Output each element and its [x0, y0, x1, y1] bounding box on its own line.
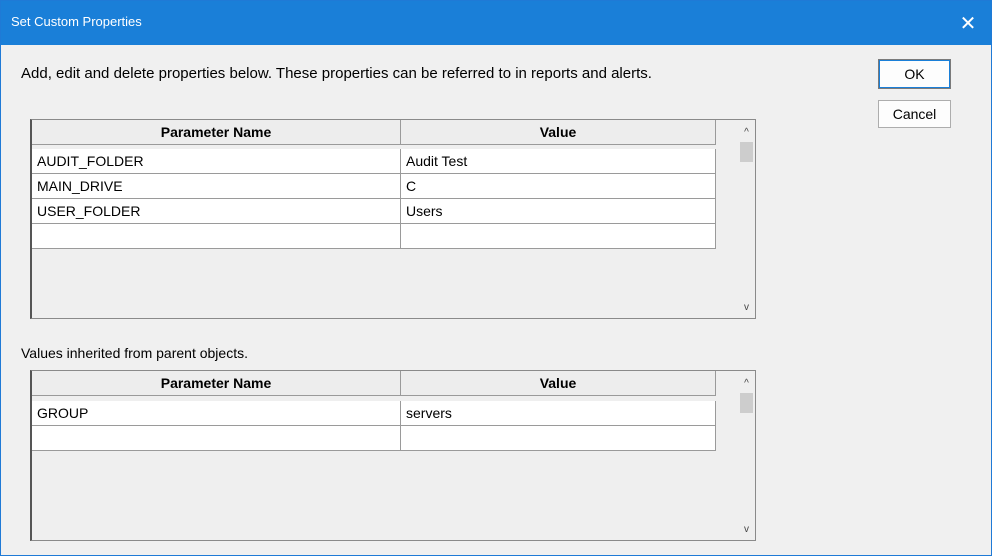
parameter-name-cell[interactable]: GROUP — [32, 401, 401, 426]
table-row-empty[interactable] — [32, 426, 716, 451]
parameter-name-cell[interactable]: AUDIT_FOLDER — [32, 149, 401, 174]
scroll-up-icon[interactable]: ^ — [738, 125, 755, 141]
grid-header-row: Parameter Name Value — [32, 120, 716, 145]
scroll-thumb[interactable] — [740, 142, 753, 162]
parameter-name-cell[interactable] — [32, 224, 401, 249]
scroll-up-icon[interactable]: ^ — [738, 376, 755, 392]
table-row-empty[interactable] — [32, 224, 716, 249]
column-header-value[interactable]: Value — [401, 371, 716, 396]
grid-header-row: Parameter Name Value — [32, 371, 716, 396]
scroll-down-icon[interactable]: v — [738, 522, 755, 538]
inherited-values-label: Values inherited from parent objects. — [21, 345, 248, 361]
column-header-value[interactable]: Value — [401, 120, 716, 145]
scroll-down-icon[interactable]: v — [738, 300, 755, 316]
ok-button[interactable]: OK — [878, 59, 951, 89]
custom-properties-grid: Parameter Name Value AUDIT_FOLDER Audit … — [30, 119, 756, 319]
value-cell[interactable]: Audit Test — [401, 149, 716, 174]
value-cell[interactable]: C — [401, 174, 716, 199]
table-row[interactable]: MAIN_DRIVE C — [32, 174, 716, 199]
value-cell[interactable]: Users — [401, 199, 716, 224]
cancel-button[interactable]: Cancel — [878, 100, 951, 128]
value-cell[interactable] — [401, 224, 716, 249]
close-icon[interactable]: ✕ — [945, 1, 991, 45]
column-header-parameter-name[interactable]: Parameter Name — [32, 120, 401, 145]
value-cell[interactable]: servers — [401, 401, 716, 426]
window-title: Set Custom Properties — [11, 14, 142, 29]
column-header-parameter-name[interactable]: Parameter Name — [32, 371, 401, 396]
parameter-name-cell[interactable]: USER_FOLDER — [32, 199, 401, 224]
value-cell[interactable] — [401, 426, 716, 451]
instructions-text: Add, edit and delete properties below. T… — [21, 65, 652, 82]
inherited-properties-grid: Parameter Name Value GROUP servers ^ v — [30, 370, 756, 541]
vertical-scrollbar[interactable]: ^ v — [738, 120, 755, 318]
table-row[interactable]: USER_FOLDER Users — [32, 199, 716, 224]
vertical-scrollbar[interactable]: ^ v — [738, 371, 755, 540]
table-row[interactable]: AUDIT_FOLDER Audit Test — [32, 149, 716, 174]
dialog-window: Set Custom Properties ✕ Add, edit and de… — [0, 0, 992, 556]
parameter-name-cell[interactable] — [32, 426, 401, 451]
title-bar[interactable]: Set Custom Properties ✕ — [1, 1, 991, 45]
table-row[interactable]: GROUP servers — [32, 401, 716, 426]
scroll-thumb[interactable] — [740, 393, 753, 413]
parameter-name-cell[interactable]: MAIN_DRIVE — [32, 174, 401, 199]
